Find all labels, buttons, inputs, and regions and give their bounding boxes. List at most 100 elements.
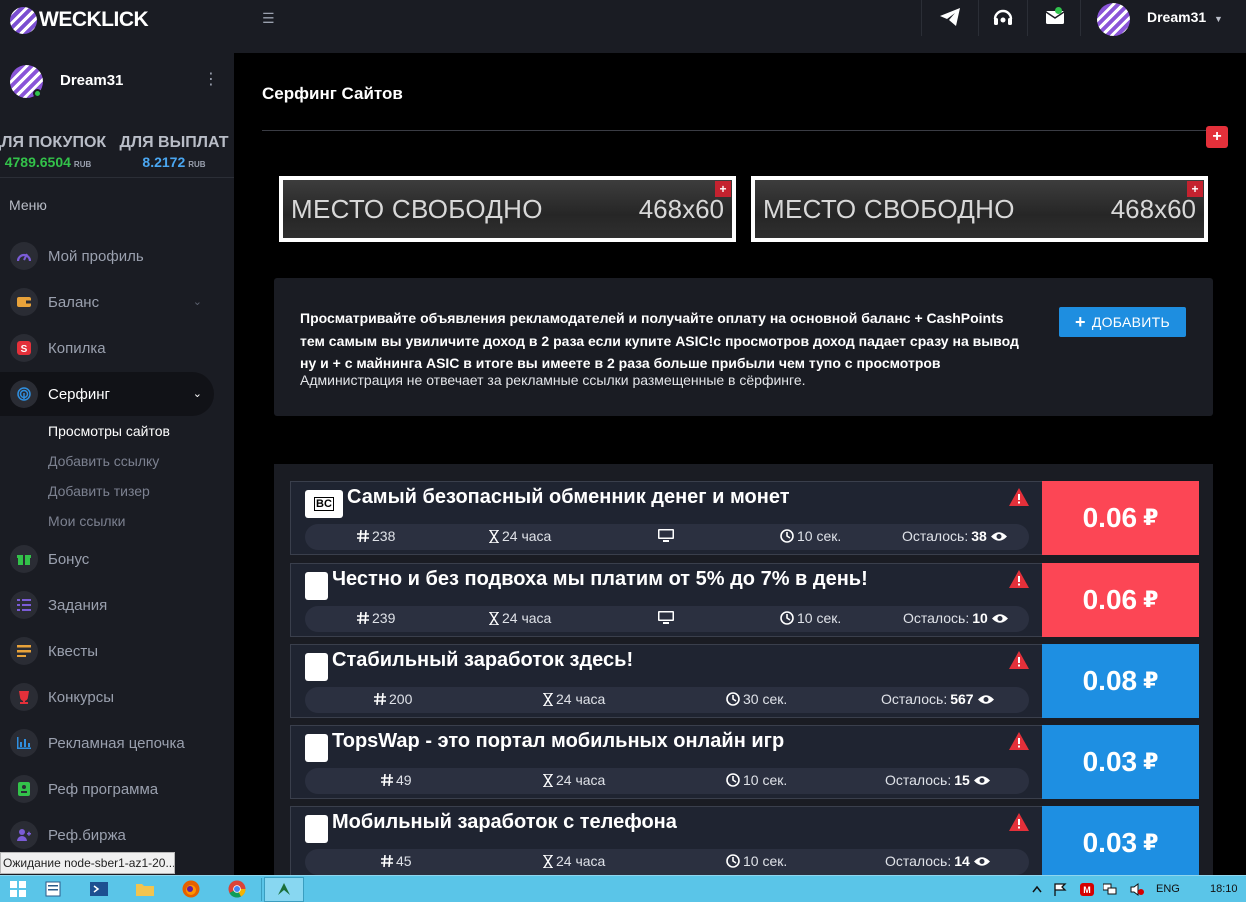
tray-up-arrow-icon[interactable] [1030, 883, 1044, 896]
task-duration: 24 часа [543, 691, 605, 707]
tray-volume-icon[interactable] [1130, 883, 1144, 896]
ad-banner-slot[interactable]: МЕСТО СВОБОДНО 468x60 + [279, 176, 736, 242]
balance-value: 8.2172 RUB [142, 154, 206, 170]
chrome-icon[interactable] [227, 879, 247, 899]
balance-purchases: ДЛЯ ПОКУПОК 4789.6504 RUB [0, 134, 112, 170]
app-icon[interactable] [274, 879, 294, 899]
task-id: 238 [357, 528, 395, 544]
task-price-button[interactable]: 0.06 ₽ [1042, 563, 1199, 637]
brand-logo[interactable]: WECKLICK [10, 6, 149, 34]
sidebar-item-label: Конкурсы [48, 688, 115, 706]
task-title[interactable]: TopsWap - это портал мобильных онлайн иг… [332, 730, 784, 753]
task-id: 45 [381, 853, 412, 869]
task-id: 49 [381, 772, 412, 788]
task-duration: 24 часа [489, 610, 551, 626]
sidebar-item-label: Реф программа [48, 780, 159, 798]
user-avatar[interactable] [1097, 3, 1130, 36]
sidebar-item-label: Мой профиль [48, 247, 144, 265]
sidebar-item-bonus[interactable]: Бонус [0, 537, 214, 581]
task-views-left: Осталось: 14 [885, 853, 993, 869]
task-meta-bar: 45 24 часа 10 сек. Осталось: 14 [305, 849, 1029, 875]
report-warning-icon[interactable] [1009, 651, 1029, 669]
task-timer: 10 сек. [726, 772, 787, 788]
sidebar-item-ad-chain[interactable]: Рекламная цепочка [0, 721, 214, 765]
sidebar-item-label: Серфинг [48, 385, 110, 403]
balance-payouts: ДЛЯ ВЫПЛАТ 8.2172 RUB [114, 134, 234, 170]
add-plus-button[interactable]: + [1206, 126, 1228, 148]
monitor-icon [658, 611, 677, 624]
task-meta-bar: 239 24 часа 10 сек. Осталось: 10 [305, 606, 1029, 632]
ad-banner-slot[interactable]: МЕСТО СВОБОДНО 468x60 + [751, 176, 1208, 242]
sidebar-item-tasks[interactable]: Задания [0, 583, 214, 627]
surf-task-card[interactable]: TopsWap - это портал мобильных онлайн иг… [290, 725, 1199, 799]
surf-task-card[interactable]: Честно и без подвоха мы платим от 5% до … [290, 563, 1199, 637]
report-warning-icon[interactable] [1009, 488, 1029, 506]
sidebar-item-label: Баланс [48, 293, 100, 311]
task-title[interactable]: Честно и без подвоха мы платим от 5% до … [332, 568, 868, 591]
surfing-info-box: Просматривайте объявления рекламодателей… [274, 278, 1213, 416]
task-title[interactable]: Самый безопасный обменник денег и монет [347, 486, 790, 509]
online-status-icon [33, 89, 42, 98]
surf-task-card[interactable]: Мобильный заработок с телефона 45 24 час… [290, 806, 1199, 875]
submenu-item-my-links[interactable]: Мои ссылки [48, 513, 126, 529]
powershell-icon[interactable] [89, 879, 109, 899]
users-icon [10, 821, 38, 849]
sidebar-user-name: Dream31 [60, 72, 124, 89]
report-warning-icon[interactable] [1009, 570, 1029, 588]
windows-start-icon[interactable] [8, 879, 28, 899]
sidebar-item-quests[interactable]: Квесты [0, 629, 214, 673]
task-title[interactable]: Стабильный заработок здесь! [332, 649, 633, 672]
sidebar-item-surfing[interactable]: Серфинг ⌄ [0, 372, 214, 416]
firefox-icon[interactable] [181, 879, 201, 899]
menu-title: Меню [9, 197, 47, 213]
balance-value: 4789.6504 RUB [4, 154, 92, 170]
surf-task-card[interactable]: BC Самый безопасный обменник денег и мон… [290, 481, 1199, 555]
submenu-item-site-views[interactable]: Просмотры сайтов [48, 423, 170, 439]
top-bar: WECKLICK ☰ Dream31 ▼ [0, 0, 1246, 53]
eye-icon [991, 613, 1008, 623]
kebab-menu-icon[interactable]: ⋮ [203, 69, 219, 89]
tray-clock[interactable]: 18:10 [1210, 883, 1238, 895]
task-price-button[interactable]: 0.03 ₽ [1042, 806, 1199, 875]
site-favicon [305, 653, 328, 681]
sidebar-item-ref-exchange[interactable]: Реф.биржа [0, 813, 214, 857]
task-price-button[interactable]: 0.08 ₽ [1042, 644, 1199, 718]
sidebar-item-label: Бонус [48, 550, 90, 568]
telegram-icon[interactable] [939, 6, 961, 28]
submenu-item-add-teaser[interactable]: Добавить тизер [48, 483, 150, 499]
folder-icon[interactable] [135, 879, 155, 899]
task-timer: 30 сек. [726, 691, 787, 707]
eye-icon [990, 531, 1007, 541]
tray-flag-icon[interactable] [1053, 883, 1067, 896]
clock-icon [726, 692, 740, 706]
topbar-separator [978, 0, 979, 36]
task-price-button[interactable]: 0.06 ₽ [1042, 481, 1199, 555]
ad-slot-plus-button[interactable]: + [715, 181, 731, 197]
tray-language[interactable]: ENG [1156, 883, 1180, 895]
tray-antivirus-icon[interactable]: M [1080, 883, 1094, 896]
sidebar-item-contests[interactable]: Конкурсы [0, 675, 214, 719]
trophy-icon [10, 683, 38, 711]
clock-icon [780, 529, 794, 543]
surf-task-card[interactable]: Стабильный заработок здесь! 200 24 часа … [290, 644, 1199, 718]
user-menu-toggle[interactable]: Dream31 ▼ [1147, 9, 1223, 25]
report-warning-icon[interactable] [1009, 813, 1029, 831]
sidebar-item-profile[interactable]: Мой профиль [0, 234, 214, 278]
sidebar-item-ref-program[interactable]: Реф программа [0, 767, 214, 811]
support-headset-icon[interactable] [992, 7, 1014, 29]
task-title[interactable]: Мобильный заработок с телефона [332, 811, 677, 834]
chevron-down-icon: ⌄ [192, 296, 202, 308]
sidebar-item-balance[interactable]: Баланс ⌄ [0, 280, 214, 324]
report-warning-icon[interactable] [1009, 732, 1029, 750]
add-button[interactable]: + ДОБАВИТЬ [1059, 307, 1186, 337]
hash-icon [374, 693, 386, 705]
tray-network-icon[interactable] [1103, 883, 1117, 896]
submenu-item-add-link[interactable]: Добавить ссылку [48, 453, 159, 469]
ad-slot-plus-button[interactable]: + [1187, 181, 1203, 197]
hourglass-icon [489, 611, 499, 625]
hourglass-icon [543, 692, 553, 706]
hamburger-icon[interactable]: ☰ [262, 10, 275, 27]
task-price-button[interactable]: 0.03 ₽ [1042, 725, 1199, 799]
sidebar-item-piggybank[interactable]: S Копилка [0, 326, 214, 370]
explorer-icon[interactable] [43, 879, 63, 899]
